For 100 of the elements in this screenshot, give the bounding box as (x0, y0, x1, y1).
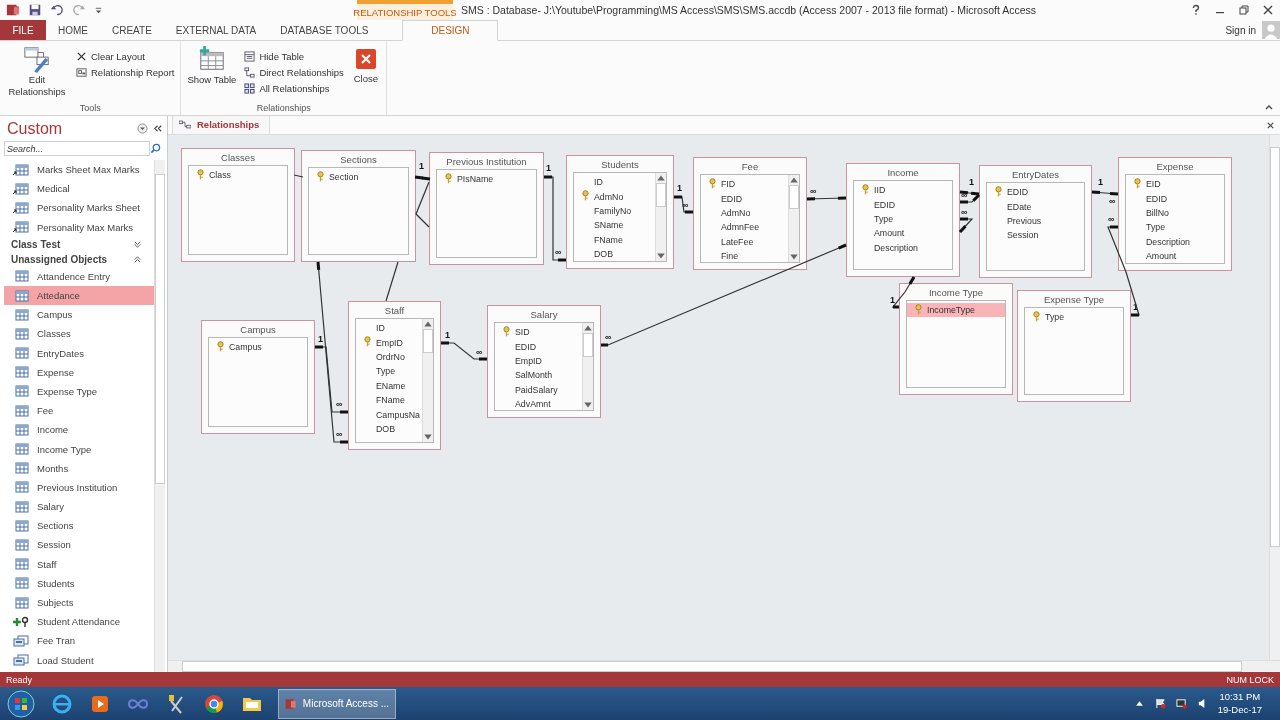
field-item[interactable]: Type (1126, 220, 1224, 235)
scrollbar[interactable] (154, 160, 165, 672)
field-item[interactable]: LateFee (701, 234, 788, 249)
nav-item[interactable]: Session (4, 535, 154, 555)
table-window[interactable]: Salary SID EDID EmpID SalMonth PaidSalary AdvAmnt (487, 305, 601, 418)
scroll-thumb[interactable] (789, 185, 799, 209)
scrollbar[interactable] (422, 319, 433, 442)
start-button-icon[interactable] (6, 688, 36, 719)
field-item[interactable]: FName (574, 232, 655, 247)
nav-item[interactable]: Income (4, 420, 154, 440)
group-header[interactable]: Unassigned Objects (0, 251, 154, 267)
scroll-down-icon[interactable] (423, 432, 433, 442)
nav-item[interactable]: Subjects (4, 592, 154, 613)
nav-item[interactable]: Classes (4, 324, 154, 344)
field-item[interactable]: PaidSalary (495, 382, 582, 397)
field-item[interactable]: CampusNa (356, 407, 422, 422)
ribbon-button[interactable]: Relationship Report (74, 65, 177, 80)
field-item[interactable]: EmpID (495, 353, 582, 369)
field-item[interactable]: FID (701, 177, 788, 192)
group-header[interactable]: Class Test (0, 236, 154, 252)
field-item[interactable]: FamilyNo (574, 203, 655, 219)
table-window[interactable]: Income IID EDID Type Amount Description (846, 163, 960, 277)
search-field[interactable]: Search... (4, 141, 150, 156)
field-item[interactable]: DOB (356, 421, 422, 437)
collapse-pane-icon[interactable] (152, 123, 163, 134)
table-window[interactable]: EntryDates EDID EDate Previous Session (979, 165, 1092, 278)
nav-item[interactable]: Months (4, 458, 154, 478)
field-item[interactable]: AdvAmnt (495, 396, 582, 410)
ribbon-button[interactable]: Hide Table (242, 49, 346, 64)
dropdown-icon[interactable] (137, 123, 148, 134)
field-item[interactable]: IID (854, 183, 952, 198)
ribbon-tab[interactable]: DATABASE TOOLS (268, 20, 381, 40)
field-item[interactable]: BillNo (1126, 205, 1224, 221)
field-item[interactable]: EDate (987, 199, 1084, 214)
nav-item[interactable]: Expense (4, 362, 154, 382)
table-window[interactable]: Fee FID EDID AdmNo AdmnFee LateFee Fine (693, 157, 807, 270)
scrollbar[interactable] (655, 173, 666, 261)
field-item[interactable]: Fine (701, 248, 788, 262)
customize-icon[interactable] (94, 5, 103, 15)
scroll-thumb[interactable] (656, 183, 666, 207)
field-item[interactable]: AdmNo (701, 205, 788, 221)
nav-item[interactable]: Load Student (4, 650, 154, 670)
close-icon[interactable] (1262, 4, 1274, 16)
ribbon-tab[interactable]: EXTERNAL DATA (163, 20, 269, 40)
field-item[interactable]: IncomeType (907, 303, 1005, 318)
scroll-thumb[interactable] (1270, 147, 1280, 547)
field-item[interactable]: Section (309, 170, 408, 185)
nav-item[interactable]: Attandence Entry (4, 266, 154, 286)
nav-item[interactable]: Students (4, 573, 154, 593)
table-window[interactable]: Staff ID EmpID OrdrNo Type EName FName CampusNa DOB (348, 301, 441, 450)
field-item[interactable]: Description (1126, 234, 1224, 249)
field-item[interactable]: EDID (854, 197, 952, 212)
nav-item[interactable]: Income Type (4, 439, 154, 459)
scrollbar[interactable] (582, 323, 593, 410)
scroll-down-icon[interactable] (789, 252, 799, 262)
table-window[interactable]: Income Type IncomeType (899, 283, 1013, 395)
field-item[interactable]: Class (189, 168, 287, 183)
table-window[interactable]: Students ID AdmNo FamilyNo SName FName DOB (566, 155, 674, 269)
field-item[interactable]: SalMonth (495, 368, 582, 383)
field-item[interactable]: FName (356, 392, 422, 408)
field-item[interactable]: ID (574, 175, 655, 190)
taskbar-app-button[interactable]: Microsoft Access ... (278, 688, 396, 719)
field-item[interactable]: EDID (987, 185, 1084, 200)
nav-item[interactable]: Staff (4, 554, 154, 574)
field-item[interactable]: OrdrNo (356, 349, 422, 365)
table-window[interactable]: Expense EID EDID BillNo Type Description Amount (1118, 157, 1232, 271)
field-item[interactable]: SID (495, 325, 582, 340)
field-item[interactable]: Type (356, 364, 422, 379)
field-item[interactable]: DOB (574, 246, 655, 261)
scroll-down-icon[interactable] (656, 251, 666, 261)
nav-item[interactable]: Campus (4, 305, 154, 325)
field-item[interactable]: Campus (209, 340, 307, 355)
nav-item[interactable]: Previous Institution (4, 477, 154, 497)
field-item[interactable]: PIsName (437, 172, 536, 187)
nav-item[interactable]: Expense Type (4, 381, 154, 402)
sign-in-link[interactable]: Sign in (1225, 24, 1256, 36)
table-window[interactable]: Classes Class (181, 148, 295, 262)
ribbon-tab[interactable]: DESIGN (402, 20, 499, 41)
nav-item[interactable]: Fee Tran (4, 631, 154, 651)
ribbon-button[interactable]: All Relationships (242, 81, 346, 96)
ribbon-button[interactable]: Direct Relationships (242, 65, 346, 80)
relationship-line[interactable] (293, 174, 304, 178)
scroll-thumb[interactable] (583, 333, 593, 357)
table-window[interactable]: Previous Institution PIsName (429, 152, 544, 265)
ribbon-tab[interactable]: CREATE (100, 20, 164, 40)
scroll-down-icon[interactable] (583, 400, 593, 410)
relationship-line[interactable] (385, 261, 399, 302)
field-item[interactable]: Type (1025, 310, 1123, 325)
table-window[interactable]: Expense Type Type (1017, 290, 1131, 402)
scroll-thumb[interactable] (155, 174, 165, 484)
field-item[interactable]: AdmNo (574, 189, 655, 204)
ribbon-tab[interactable]: HOME (46, 20, 100, 40)
field-item[interactable]: AdmnFee (701, 220, 788, 235)
ribbon-button[interactable]: Edit Relationships (4, 43, 70, 103)
ribbon-button[interactable]: Show Table (185, 43, 239, 103)
field-item[interactable]: SName (574, 218, 655, 233)
field-item[interactable]: ID (356, 321, 422, 336)
field-item[interactable]: EDID (1126, 191, 1224, 206)
nav-item[interactable]: Medical (4, 179, 154, 199)
table-window[interactable]: Campus Campus (201, 320, 315, 434)
